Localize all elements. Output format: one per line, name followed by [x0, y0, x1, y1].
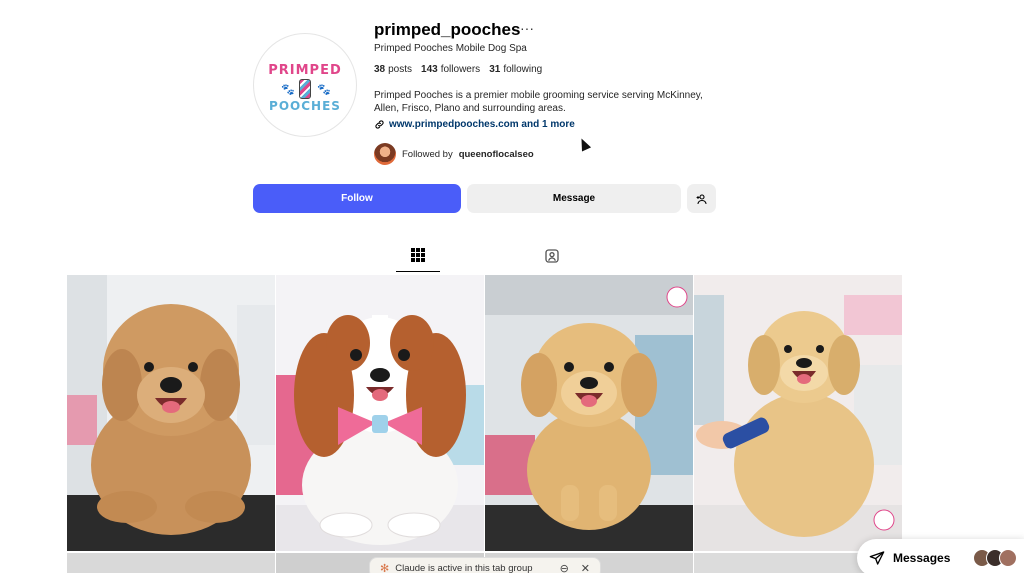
followed-by-prefix: Followed by	[402, 148, 453, 160]
paw-icon: 🐾	[281, 84, 295, 96]
paw-icon: 🐾	[317, 84, 331, 96]
golden-puppy-photo	[485, 275, 693, 551]
profile-tab-bar	[0, 232, 1024, 272]
instagram-profile-page: PRIMPED 🐾 🐾 POOCHES primped_pooches ··· …	[0, 0, 1024, 573]
messages-label: Messages	[893, 551, 951, 565]
minimize-icon[interactable]: ⊖	[560, 562, 569, 573]
post-tile[interactable]	[694, 275, 902, 551]
grid-icon	[411, 248, 425, 262]
goldendoodle-photo	[67, 275, 275, 551]
follow-button[interactable]: Follow	[253, 184, 461, 213]
cavalier-photo	[276, 275, 484, 551]
primped-pooches-logo: PRIMPED 🐾 🐾 POOCHES	[263, 43, 347, 127]
logo-text-bottom: POOCHES	[269, 99, 341, 113]
message-avatars	[973, 549, 1024, 567]
golden-retriever-brushing-photo	[694, 275, 902, 551]
claude-banner-text: Claude is active in this tab group	[395, 562, 533, 573]
post-tile[interactable]	[276, 275, 484, 551]
following-count[interactable]: 31 following	[489, 64, 542, 75]
post-tile[interactable]	[67, 553, 275, 573]
posts-count: 38 posts	[374, 64, 413, 75]
profile-stats: 38 posts 143 followers 31 following	[374, 64, 542, 75]
tagged-icon	[545, 249, 559, 263]
followers-count[interactable]: 143 followers	[421, 64, 480, 75]
add-user-icon	[695, 193, 707, 204]
profile-link-text: www.primpedpooches.com and 1 more	[389, 119, 575, 130]
claude-active-banner: ✻ Claude is active in this tab group ⊖ ✕	[369, 557, 601, 573]
profile-link[interactable]: www.primpedpooches.com and 1 more	[374, 119, 575, 130]
posts-grid	[67, 275, 902, 573]
suggested-users-button[interactable]	[687, 184, 716, 213]
claude-star-icon: ✻	[380, 562, 390, 573]
profile-avatar[interactable]: PRIMPED 🐾 🐾 POOCHES	[253, 33, 357, 137]
follower-avatar	[374, 143, 396, 165]
barber-pole-icon	[299, 79, 311, 99]
messages-button[interactable]: Messages	[857, 539, 1024, 573]
close-icon[interactable]: ✕	[581, 562, 590, 573]
mouse-cursor	[576, 136, 592, 152]
tab-posts[interactable]	[396, 248, 440, 272]
send-icon	[869, 551, 885, 565]
tab-tagged[interactable]	[530, 248, 574, 272]
more-options-icon[interactable]: ···	[520, 20, 534, 36]
avatar	[999, 549, 1017, 567]
followed-by[interactable]: Followed by queenoflocalseo	[374, 143, 534, 165]
profile-bio: Primped Pooches is a premier mobile groo…	[374, 90, 703, 114]
profile-full-name: Primped Pooches Mobile Dog Spa	[374, 43, 527, 54]
link-icon	[375, 120, 384, 129]
post-tile[interactable]	[67, 275, 275, 551]
message-button[interactable]: Message	[467, 184, 681, 213]
logo-text-top: PRIMPED	[268, 63, 342, 78]
profile-username: primped_pooches	[374, 20, 521, 39]
followed-by-user: queenoflocalseo	[458, 148, 534, 160]
post-tile[interactable]	[485, 275, 693, 551]
